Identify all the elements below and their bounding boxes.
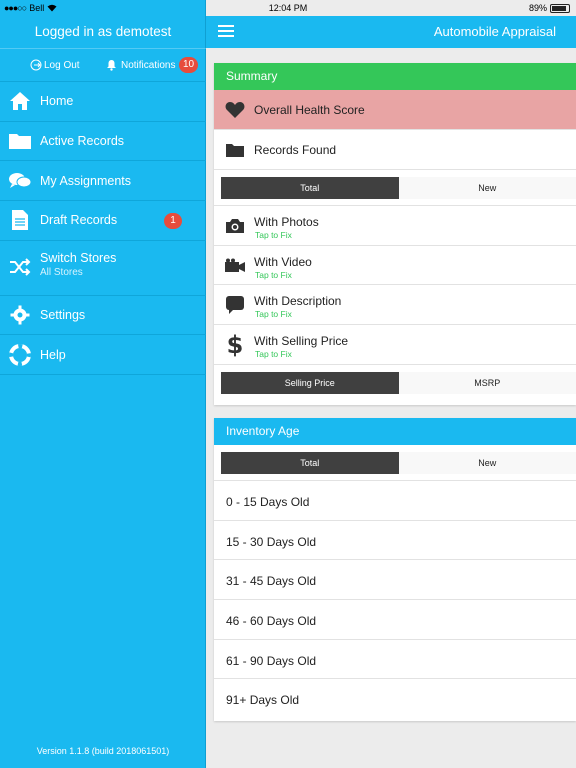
segment-total[interactable]: Total [221,452,399,474]
with-description-row[interactable]: With Description Tap to Fix [214,285,576,326]
shuffle-icon [8,255,32,279]
camera-icon [224,215,246,237]
records-found-row[interactable]: Records Found [214,130,576,170]
age-label: 0 - 15 Days Old [226,495,310,509]
stat-label: With Description [254,294,342,309]
dollar-icon: $ [226,331,244,360]
sidebar: Logged in as demotest Log Out Notificati… [0,0,206,768]
notifications-button[interactable]: Notifications [106,59,175,71]
health-score-row[interactable]: Overall Health Score [214,90,576,130]
document-icon [8,208,32,232]
sidebar-item-my-assignments[interactable]: My Assignments [0,161,206,202]
speech-bubble-icon [224,294,246,316]
sidebar-item-home[interactable]: Home [0,82,206,122]
folder-icon [8,129,32,153]
sidebar-item-help[interactable]: Help [0,335,206,376]
sidebar-user-header: Logged in as demotest [34,24,172,39]
sidebar-item-label: Draft Records [40,213,118,228]
page-title: Automobile Appraisal [433,24,556,39]
menu-icon[interactable] [218,25,234,37]
notifications-label: Notifications [121,59,176,71]
segment-total[interactable]: Total [221,177,399,199]
logout-icon [30,59,42,71]
price-segment-row: Selling Price MSRP [214,365,576,401]
segment-new[interactable]: New [398,177,576,199]
segment-msrp[interactable]: MSRP [398,371,576,394]
age-row-31-45[interactable]: 31 - 45 Days Old [214,560,576,601]
sidebar-item-label: Help [40,347,66,362]
stat-label: With Selling Price [254,334,349,349]
sidebar-item-settings[interactable]: Settings [0,296,206,336]
age-label: 46 - 60 Days Old [226,614,317,629]
age-row-91-plus[interactable]: 91+ Days Old [214,679,576,719]
age-row-46-60[interactable]: 46 - 60 Days Old [214,600,576,640]
age-row-0-15[interactable]: 0 - 15 Days Old [214,481,576,521]
with-selling-price-row[interactable]: $ With Selling Price Tap to Fix [214,325,576,365]
video-camera-icon [224,255,246,277]
age-row-15-30[interactable]: 15 - 30 Days Old [214,521,576,561]
bell-icon [107,60,116,71]
version-text: Version 1.1.8 (build 2018061501) [36,746,170,756]
gear-icon [8,303,32,327]
status-right: 89% [529,3,570,13]
summary-header: Summary [214,63,576,90]
chat-bubbles-icon [8,169,32,193]
stat-label: With Video [254,254,312,269]
age-label: 15 - 30 Days Old [226,534,317,549]
sidebar-item-sublabel: All Stores [40,266,83,278]
sidebar-actions: Log Out Notifications [0,48,206,82]
health-score-label: Overall Health Score [254,103,365,117]
sidebar-item-label: Home [40,94,74,109]
sidebar-item-active-records[interactable]: Active Records [0,122,206,162]
folder-icon [224,139,246,161]
segment-new[interactable]: New [398,452,576,474]
inventory-segment-row: Total New [214,445,576,481]
records-found-label: Records Found [254,143,337,157]
status-time: 12:04 PM [268,3,308,13]
summary-segment-row: Total New [214,170,576,206]
battery-icon [550,3,570,13]
sidebar-item-draft-records[interactable]: Draft Records 1 [0,201,206,241]
tap-to-fix-link[interactable]: Tap to Fix [255,349,292,359]
summary-card: Summary Overall Health Score Records Fou… [214,63,576,405]
price-segment: Selling Price MSRP [221,371,576,394]
lifebuoy-icon [8,343,32,367]
logout-button[interactable]: Log Out [30,59,80,71]
heart-icon [224,99,246,121]
inventory-age-card: Inventory Age Total New 0 - 15 Days Old … [214,418,576,721]
segment-selling-price[interactable]: Selling Price [221,371,399,394]
draft-count-badge: 1 [164,213,182,230]
inventory-total-new-segment: Total New [221,452,576,474]
sidebar-item-label: My Assignments [40,173,132,188]
sidebar-nav: Home Active Records My Assignments Draft… [0,82,206,376]
tap-to-fix-link[interactable]: Tap to Fix [255,230,292,240]
with-video-row[interactable]: With Video Tap to Fix [214,246,576,286]
with-photos-row[interactable]: With Photos Tap to Fix [214,206,576,246]
tap-to-fix-link[interactable]: Tap to Fix [255,270,292,280]
battery-fill [552,5,567,11]
notifications-count-badge: 10 [179,57,199,73]
home-icon [8,89,32,113]
logout-label: Log Out [44,59,80,71]
sidebar-item-switch-stores[interactable]: Switch Stores All Stores [0,241,206,296]
sidebar-item-label: Active Records [40,134,125,149]
total-new-segment: Total New [221,177,576,199]
age-row-61-90[interactable]: 61 - 90 Days Old [214,640,576,680]
age-label: 91+ Days Old [226,693,300,708]
battery-percent: 89% [528,3,547,13]
age-label: 61 - 90 Days Old [226,653,317,668]
tap-to-fix-link[interactable]: Tap to Fix [255,309,292,319]
top-bar: Automobile Appraisal [206,16,576,48]
sidebar-item-label: Settings [40,308,86,323]
stat-label: With Photos [254,215,319,229]
sidebar-item-label: Switch Stores [40,250,117,265]
status-bar: ●●●○○ Bell 12:04 PM 89% [0,0,576,16]
age-label: 31 - 45 Days Old [226,574,317,589]
inventory-age-header: Inventory Age [214,418,576,445]
